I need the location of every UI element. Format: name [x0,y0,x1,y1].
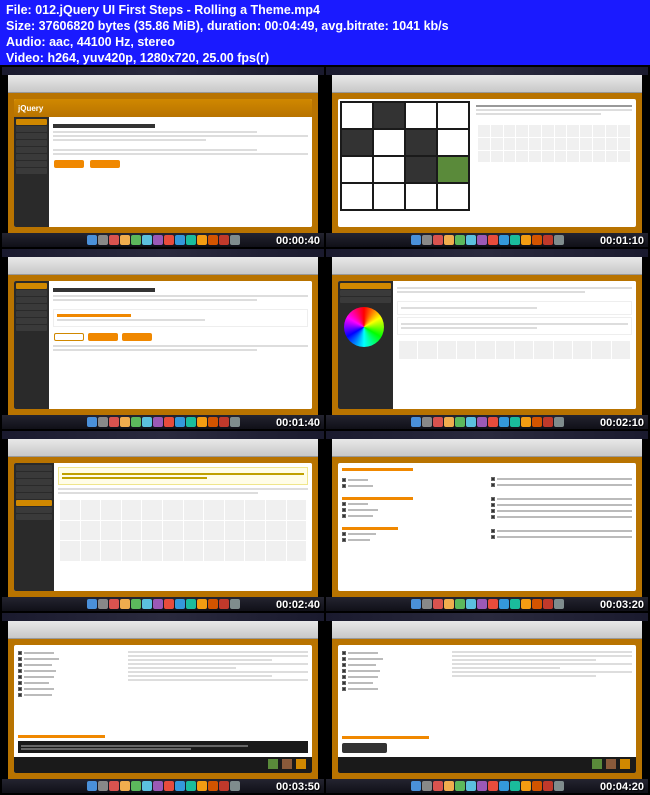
size-value: 37606820 bytes (35.86 MiB), duration: 00… [39,19,449,33]
timestamp: 00:01:10 [600,235,644,247]
page-title [53,288,155,292]
jquery-logo: jQuery [18,104,43,113]
thumbnail[interactable]: 00:03:50 [2,613,324,793]
themeroller-sidebar [14,117,49,227]
thumbnail-grid: jQuery [0,65,650,795]
page-title [53,124,155,128]
file-label: File: [6,3,32,17]
icon-grid [58,498,308,563]
themeroller-sidebar [14,281,49,409]
timestamp: 00:02:10 [600,417,644,429]
timestamp: 00:01:40 [276,417,320,429]
timestamp: 00:03:50 [276,781,320,793]
button [54,160,84,168]
thumbnail[interactable]: jQuery [2,67,324,247]
thumbnail[interactable]: 00:04:20 [326,613,648,793]
download-button [342,743,387,753]
thumbnail[interactable]: 00:02:40 [2,431,324,611]
timestamp: 00:02:40 [276,599,320,611]
thumbnail[interactable]: 00:03:20 [326,431,648,611]
timestamp: 00:03:20 [600,599,644,611]
timestamp: 00:04:20 [600,781,644,793]
audio-label: Audio: [6,35,46,49]
icon-preview [476,123,632,164]
timestamp: 00:00:40 [276,235,320,247]
file-name: 012.jQuery UI First Steps - Rolling a Th… [35,3,320,17]
video-value: h264, yuv420p, 1280x720, 25.00 fps(r) [47,51,269,65]
color-picker [344,307,384,347]
size-label: Size: [6,19,35,33]
thumbnail[interactable]: 00:01:10 [326,67,648,247]
audio-value: aac, 44100 Hz, stereo [49,35,175,49]
thumbnail[interactable]: 00:01:40 [2,249,324,429]
button [90,160,120,168]
video-label: Video: [6,51,44,65]
theme-gallery [340,101,470,211]
thumbnail[interactable]: 00:02:10 [326,249,648,429]
themeroller-sidebar [14,463,54,591]
